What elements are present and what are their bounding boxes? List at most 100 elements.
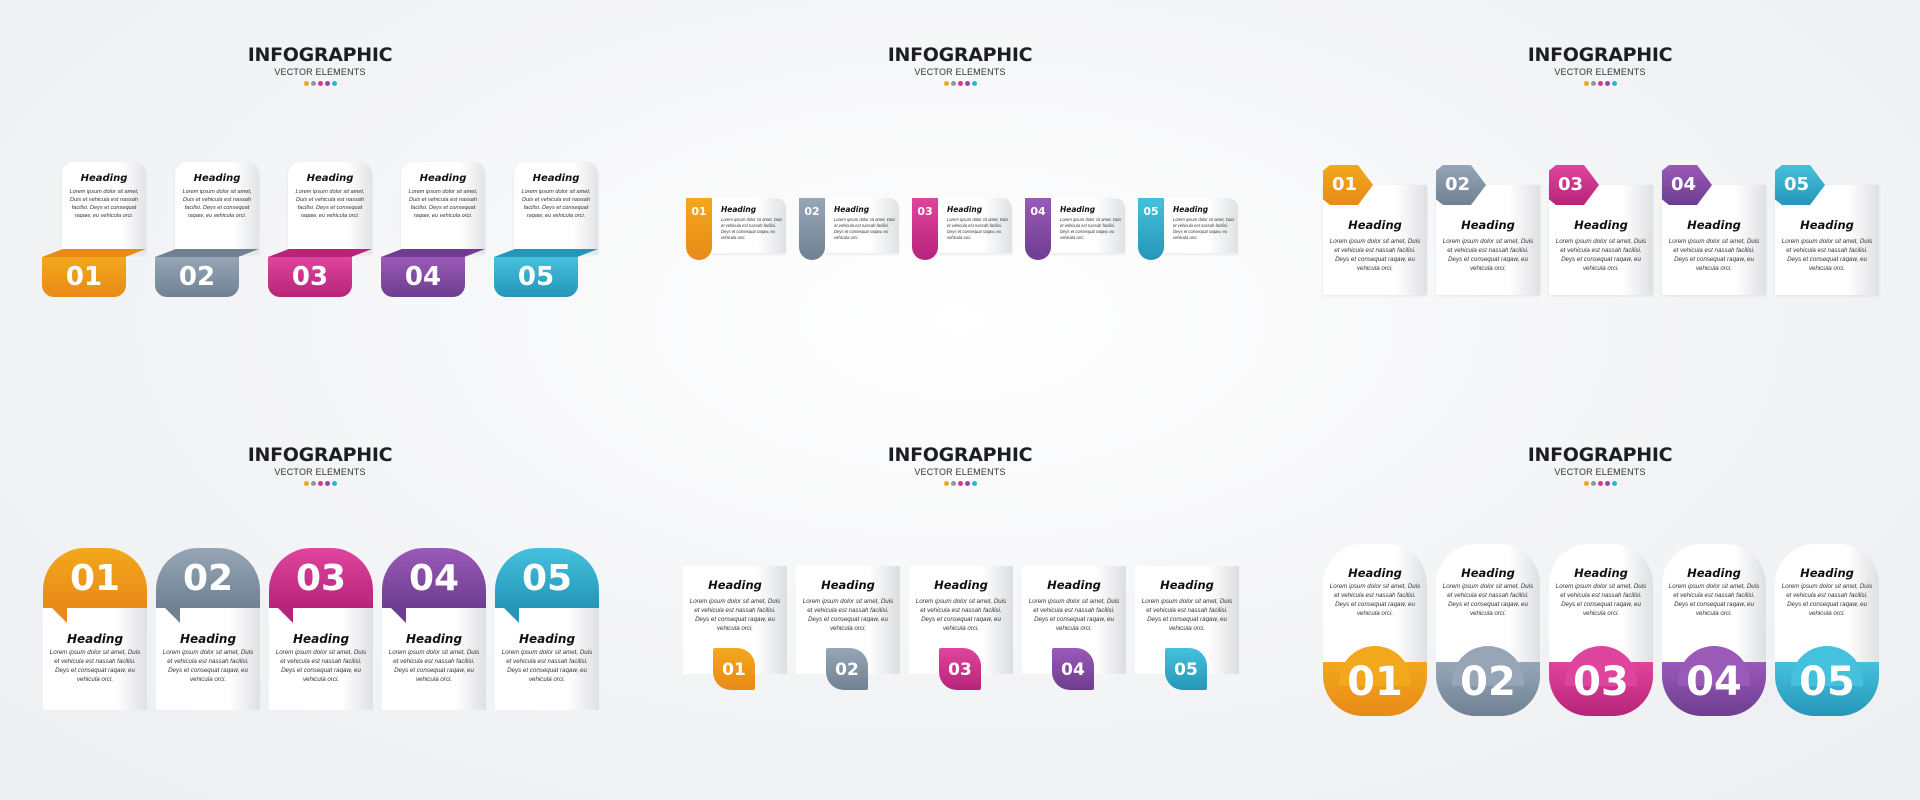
step-body: Lorem ipsum dolor sit amet, Duis et vehi…	[182, 189, 252, 220]
step-card: Heading Lorem ipsum dolor sit amet, Duis …	[1662, 544, 1766, 716]
step-body: Lorem ipsum dolor sit amet, Duis et vehi…	[388, 649, 480, 683]
infographic-title: INFOGRAPHIC	[1527, 444, 1673, 466]
step-card: Heading Lorem ipsum dolor sit amet, Duis …	[494, 162, 598, 297]
step-card: Heading Lorem ipsum dolor sit amet, Duis …	[269, 548, 373, 710]
step-number-ribbon: 04	[1025, 198, 1051, 260]
step-number-badge: 05	[494, 257, 578, 297]
step-body: Lorem ipsum dolor sit amet, Duis et vehi…	[721, 217, 783, 241]
step-paper: Heading Lorem ipsum dolor sit amet, Duis …	[1051, 198, 1125, 253]
infographic-subtitle: VECTOR ELEMENTS	[1554, 467, 1646, 477]
color-dots	[200, 481, 440, 486]
step-heading: Heading	[1160, 578, 1214, 592]
step-card: Heading Lorem ipsum dolor sit amet, Duis …	[155, 162, 259, 297]
color-dot	[310, 81, 316, 86]
step-card: Heading Lorem ipsum dolor sit amet, Duis …	[1022, 566, 1126, 692]
step-heading: Heading	[1060, 205, 1096, 214]
step-body: Lorem ipsum dolor sit amet, Duis et vehi…	[69, 189, 139, 220]
step-body: Lorem ipsum dolor sit amet, Duis et vehi…	[1668, 238, 1760, 272]
step-body: Lorem ipsum dolor sit amet, Duis et vehi…	[1442, 238, 1534, 272]
step-card: 02 Heading Lorem ipsum dolor sit amet, Dui…	[799, 198, 899, 260]
step-heading: Heading	[1047, 578, 1101, 592]
step-paper: Heading Lorem ipsum dolor sit amet, Duis …	[825, 198, 899, 253]
color-dot	[317, 481, 323, 486]
color-dot	[943, 481, 949, 486]
step-body: Lorem ipsum dolor sit amet, Duis et vehi…	[802, 598, 894, 632]
step-card: Heading Lorem ipsum dolor sit amet, Duis …	[382, 548, 486, 710]
step-body: Lorem ipsum dolor sit amet, Duis et vehi…	[408, 189, 478, 220]
step-paper: Heading Lorem ipsum dolor sit amet, Duis …	[175, 162, 259, 254]
step-heading: Heading	[1800, 218, 1854, 232]
step-number-ribbon: 03	[912, 198, 938, 260]
infographic-subtitle: VECTOR ELEMENTS	[274, 467, 366, 477]
step-body: Lorem ipsum dolor sit amet, Duis et vehi…	[1555, 238, 1647, 272]
step-number-bubble: 05	[495, 548, 599, 608]
step-body: Lorem ipsum dolor sit amet, Duis et vehi…	[1141, 598, 1233, 632]
color-dots	[840, 481, 1080, 486]
step-number-ribbon: 02	[799, 198, 825, 260]
step-paper: Heading Lorem ipsum dolor sit amet, Duis …	[514, 162, 598, 254]
step-card: Heading Lorem ipsum dolor sit amet, Duis …	[909, 566, 1013, 692]
title-block: INFOGRAPHIC VECTOR ELEMENTS	[840, 444, 1080, 486]
step-card: 03 Heading Lorem ipsum dolor sit amet, Dui…	[912, 198, 1012, 260]
step-number: 01	[1347, 659, 1403, 705]
color-dot	[1611, 81, 1617, 86]
color-dot	[324, 481, 330, 486]
step-card: Heading Lorem ipsum dolor sit amet, Duis …	[42, 162, 146, 297]
step-number-badge: 03	[268, 257, 352, 297]
color-dot	[331, 481, 337, 486]
step-card: Heading Lorem ipsum dolor sit amet, Duis …	[1549, 165, 1653, 295]
step-card: Heading Lorem ipsum dolor sit amet, Duis …	[381, 162, 485, 297]
color-dot	[964, 81, 970, 86]
step-number-bubble: 02	[156, 548, 260, 608]
step-paper: Heading Lorem ipsum dolor sit amet, Duis …	[712, 198, 786, 253]
step-heading: Heading	[1800, 566, 1854, 580]
step-heading: Heading	[1687, 566, 1741, 580]
step-body: Lorem ipsum dolor sit amet, Duis et vehi…	[915, 598, 1007, 632]
fold-strip	[381, 249, 485, 257]
step-card: Heading Lorem ipsum dolor sit amet, Duis …	[1662, 165, 1766, 295]
step-number-badge: 01	[42, 257, 126, 297]
step-card: Heading Lorem ipsum dolor sit amet, Duis …	[1775, 544, 1879, 716]
fold-strip	[268, 249, 372, 257]
step-heading: Heading	[419, 173, 467, 184]
color-dot	[1604, 81, 1610, 86]
step-card: Heading Lorem ipsum dolor sit amet, Duis …	[1549, 544, 1653, 716]
title-block: INFOGRAPHIC VECTOR ELEMENTS	[200, 44, 440, 86]
title-block: INFOGRAPHIC VECTOR ELEMENTS	[840, 44, 1080, 86]
color-dot	[964, 481, 970, 486]
step-paper: Heading Lorem ipsum dolor sit amet, Duis …	[495, 608, 599, 710]
step-heading: Heading	[1348, 566, 1402, 580]
step-body: Lorem ipsum dolor sit amet, Duis et vehi…	[1442, 583, 1534, 617]
step-number-bubble: 03	[269, 548, 373, 608]
step-body: Lorem ipsum dolor sit amet, Duis et vehi…	[295, 189, 365, 220]
step-heading: Heading	[66, 632, 124, 646]
step-heading: Heading	[292, 632, 350, 646]
step-heading: Heading	[708, 578, 762, 592]
step-card: 05 Heading Lorem ipsum dolor sit amet, Dui…	[1138, 198, 1238, 260]
step-number-leaf: 04	[1052, 648, 1094, 690]
color-dot	[1604, 481, 1610, 486]
step-number: 05	[1799, 659, 1855, 705]
step-paper: Heading Lorem ipsum dolor sit amet, Duis …	[62, 162, 146, 254]
color-dot	[1611, 481, 1617, 486]
color-dot	[1597, 81, 1603, 86]
step-heading: Heading	[1461, 566, 1515, 580]
color-dot	[1590, 81, 1596, 86]
step-card: 04 Heading Lorem ipsum dolor sit amet, Dui…	[1025, 198, 1125, 260]
step-body: Lorem ipsum dolor sit amet, Duis et vehi…	[1028, 598, 1120, 632]
color-dot	[943, 81, 949, 86]
color-dot	[1590, 481, 1596, 486]
infographic-subtitle: VECTOR ELEMENTS	[1554, 67, 1646, 77]
step-heading: Heading	[1461, 218, 1515, 232]
step-number: 03	[1573, 659, 1629, 705]
step-card: Heading Lorem ipsum dolor sit amet, Duis …	[495, 548, 599, 710]
color-dot	[331, 81, 337, 86]
step-paper: Heading Lorem ipsum dolor sit amet, Duis …	[288, 162, 372, 254]
step-heading: Heading	[80, 173, 128, 184]
step-heading: Heading	[834, 205, 870, 214]
step-heading: Heading	[721, 205, 757, 214]
step-paper: Heading Lorem ipsum dolor sit amet, Duis …	[938, 198, 1012, 253]
step-body: Lorem ipsum dolor sit amet, Duis et vehi…	[1329, 238, 1421, 272]
step-heading: Heading	[532, 173, 580, 184]
step-card: Heading Lorem ipsum dolor sit amet, Duis …	[1775, 165, 1879, 295]
